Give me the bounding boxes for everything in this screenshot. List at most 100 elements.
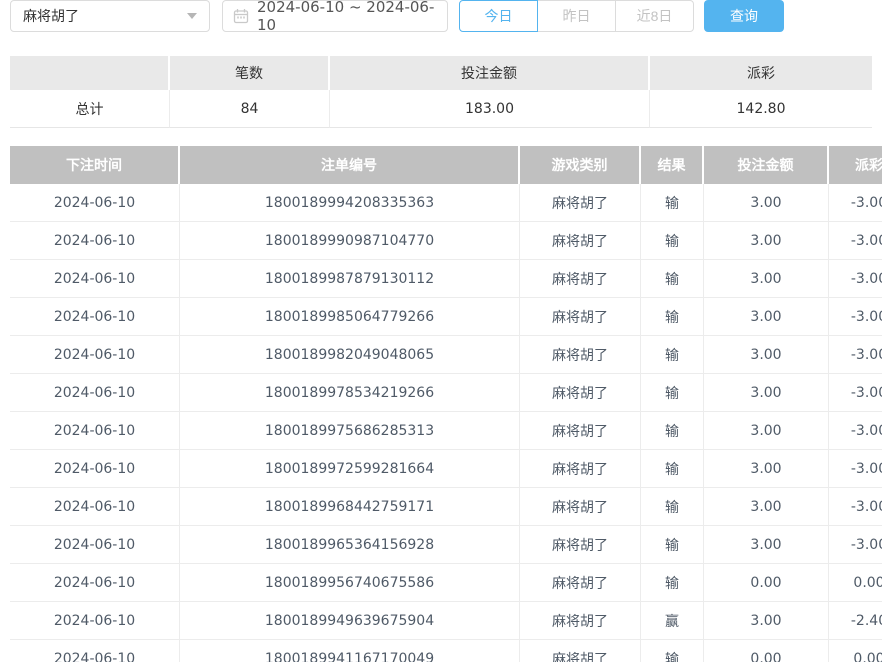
cell-payout: 0.00 — [829, 640, 882, 662]
cell-bet-amount: 3.00 — [704, 298, 829, 336]
table-row: 2024-06-10 1800189968442759171 麻将胡了 输 3.… — [10, 488, 882, 526]
summary-header-row: 笔数 投注金额 派彩 — [10, 56, 872, 90]
cell-bet-id: 1800189949639675904 — [180, 602, 520, 640]
cell-bet-amount: 3.00 — [704, 602, 829, 640]
cell-bet-time: 2024-06-10 — [10, 298, 180, 336]
cell-bet-amount: 3.00 — [704, 526, 829, 564]
cell-bet-id: 1800189965364156928 — [180, 526, 520, 564]
cell-payout: -3.00 — [829, 450, 882, 488]
cell-bet-id: 1800189987879130112 — [180, 260, 520, 298]
table-row: 2024-06-10 1800189985064779266 麻将胡了 输 3.… — [10, 298, 882, 336]
calendar-icon — [233, 8, 249, 24]
cell-result: 输 — [641, 412, 704, 450]
summary-table: 笔数 投注金额 派彩 总计 84 183.00 142.80 — [10, 56, 872, 128]
cell-payout: 0.00 — [829, 564, 882, 602]
cell-bet-id: 1800189968442759171 — [180, 488, 520, 526]
cell-game-type: 麻将胡了 — [520, 260, 641, 298]
cell-bet-amount: 3.00 — [704, 450, 829, 488]
table-row: 2024-06-10 1800189978534219266 麻将胡了 输 3.… — [10, 374, 882, 412]
cell-bet-amount: 3.00 — [704, 222, 829, 260]
cell-result: 输 — [641, 640, 704, 662]
cell-bet-time: 2024-06-10 — [10, 412, 180, 450]
cell-bet-time: 2024-06-10 — [10, 336, 180, 374]
cell-game-type: 麻将胡了 — [520, 450, 641, 488]
cell-result: 输 — [641, 526, 704, 564]
cell-bet-time: 2024-06-10 — [10, 260, 180, 298]
cell-bet-time: 2024-06-10 — [10, 526, 180, 564]
header-bet-amount: 投注金额 — [704, 146, 829, 184]
summary-total-row: 总计 84 183.00 142.80 — [10, 90, 872, 128]
cell-payout: -3.00 — [829, 298, 882, 336]
tab-yesterday[interactable]: 昨日 — [537, 0, 616, 32]
summary-total-count: 84 — [170, 90, 330, 128]
table-row: 2024-06-10 1800189956740675586 麻将胡了 输 0.… — [10, 564, 882, 602]
cell-bet-amount: 3.00 — [704, 374, 829, 412]
cell-result: 输 — [641, 260, 704, 298]
cell-bet-amount: 3.00 — [704, 488, 829, 526]
cell-result: 输 — [641, 184, 704, 222]
query-button[interactable]: 查询 — [704, 0, 784, 32]
cell-payout: -3.00 — [829, 336, 882, 374]
cell-bet-time: 2024-06-10 — [10, 488, 180, 526]
cell-result: 输 — [641, 222, 704, 260]
cell-result: 赢 — [641, 602, 704, 640]
cell-bet-time: 2024-06-10 — [10, 640, 180, 662]
cell-game-type: 麻将胡了 — [520, 336, 641, 374]
cell-bet-amount: 3.00 — [704, 260, 829, 298]
cell-game-type: 麻将胡了 — [520, 412, 641, 450]
table-row: 2024-06-10 1800189994208335363 麻将胡了 输 3.… — [10, 184, 882, 222]
cell-payout: -3.00 — [829, 260, 882, 298]
cell-bet-id: 1800189941167170049 — [180, 640, 520, 662]
cell-bet-amount: 0.00 — [704, 564, 829, 602]
cell-bet-id: 1800189990987104770 — [180, 222, 520, 260]
header-bet-time: 下注时间 — [10, 146, 180, 184]
table-row: 2024-06-10 1800189941167170049 麻将胡了 输 0.… — [10, 640, 882, 662]
cell-bet-amount: 3.00 — [704, 336, 829, 374]
cell-payout: -3.00 — [829, 374, 882, 412]
cell-bet-id: 1800189956740675586 — [180, 564, 520, 602]
date-range-picker[interactable]: 2024-06-10 ~ 2024-06-10 — [222, 0, 448, 32]
cell-game-type: 麻将胡了 — [520, 184, 641, 222]
summary-header-blank — [10, 56, 170, 90]
cell-result: 输 — [641, 374, 704, 412]
cell-payout: -3.00 — [829, 526, 882, 564]
summary-total-payout: 142.80 — [650, 90, 872, 128]
table-row: 2024-06-10 1800189990987104770 麻将胡了 输 3.… — [10, 222, 882, 260]
table-row: 2024-06-10 1800189949639675904 麻将胡了 赢 3.… — [10, 602, 882, 640]
cell-bet-amount: 0.00 — [704, 640, 829, 662]
cell-game-type: 麻将胡了 — [520, 488, 641, 526]
cell-game-type: 麻将胡了 — [520, 374, 641, 412]
cell-game-type: 麻将胡了 — [520, 564, 641, 602]
cell-bet-id: 1800189994208335363 — [180, 184, 520, 222]
cell-game-type: 麻将胡了 — [520, 222, 641, 260]
table-row: 2024-06-10 1800189972599281664 麻将胡了 输 3.… — [10, 450, 882, 488]
cell-game-type: 麻将胡了 — [520, 526, 641, 564]
tab-today[interactable]: 今日 — [459, 0, 538, 32]
summary-header-payout: 派彩 — [650, 56, 872, 90]
toolbar: 麻将胡了 2024-06-10 ~ 2024-06-10 今日 昨日 近8日 查… — [0, 0, 882, 32]
table-row: 2024-06-10 1800189965364156928 麻将胡了 输 3.… — [10, 526, 882, 564]
tab-last-8-days[interactable]: 近8日 — [615, 0, 694, 32]
cell-bet-time: 2024-06-10 — [10, 450, 180, 488]
cell-bet-time: 2024-06-10 — [10, 222, 180, 260]
game-select[interactable]: 麻将胡了 — [10, 0, 210, 32]
cell-result: 输 — [641, 564, 704, 602]
cell-bet-time: 2024-06-10 — [10, 374, 180, 412]
cell-bet-id: 1800189985064779266 — [180, 298, 520, 336]
cell-game-type: 麻将胡了 — [520, 602, 641, 640]
cell-bet-id: 1800189975686285313 — [180, 412, 520, 450]
bet-table-header: 下注时间 注单编号 游戏类别 结果 投注金额 派彩 — [10, 146, 882, 184]
table-row: 2024-06-10 1800189975686285313 麻将胡了 输 3.… — [10, 412, 882, 450]
chevron-down-icon — [187, 13, 197, 19]
cell-bet-time: 2024-06-10 — [10, 564, 180, 602]
cell-result: 输 — [641, 450, 704, 488]
cell-result: 输 — [641, 336, 704, 374]
cell-result: 输 — [641, 488, 704, 526]
cell-bet-id: 1800189978534219266 — [180, 374, 520, 412]
summary-header-count: 笔数 — [170, 56, 330, 90]
header-bet-id: 注单编号 — [180, 146, 520, 184]
cell-bet-id: 1800189972599281664 — [180, 450, 520, 488]
cell-bet-amount: 3.00 — [704, 184, 829, 222]
cell-bet-id: 1800189982049048065 — [180, 336, 520, 374]
summary-total-label: 总计 — [10, 90, 170, 128]
